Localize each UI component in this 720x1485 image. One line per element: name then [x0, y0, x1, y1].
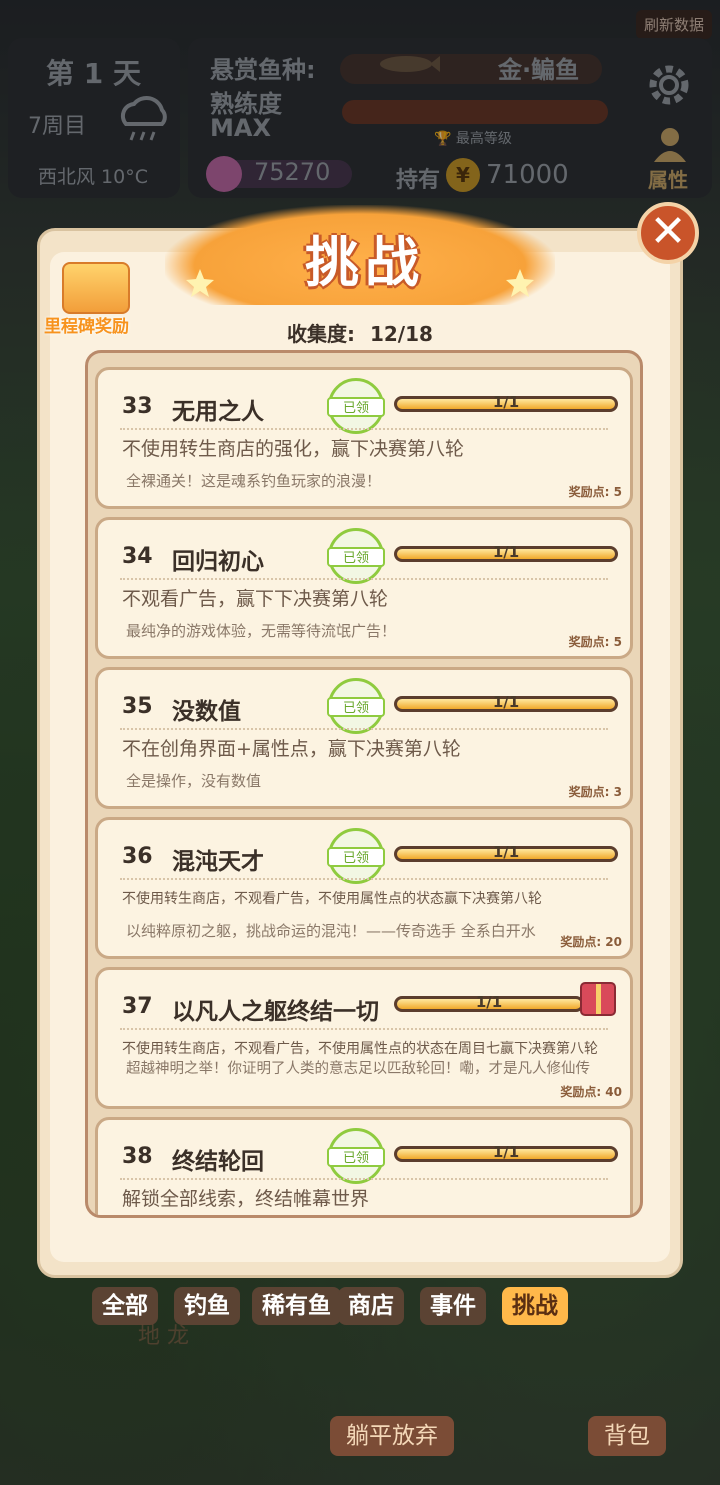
reward-points: 奖励点: 5	[568, 635, 622, 649]
progress-bar: 1/1	[394, 693, 618, 712]
milestone-reward-button[interactable]: 里程碑奖励	[44, 312, 129, 337]
challenge-number: 37	[122, 994, 153, 1019]
gift-icon[interactable]	[580, 982, 616, 1016]
claimed-stamp-icon: 已领	[327, 828, 385, 884]
challenge-number: 33	[122, 394, 153, 419]
divider	[120, 1178, 608, 1180]
challenge-description: 不使用转生商店，不观看广告，不使用属性点的状态赢下决赛第八轮	[122, 891, 542, 907]
claimed-stamp-icon: 已领	[327, 1128, 385, 1184]
star-icon	[505, 268, 535, 298]
challenge-number: 36	[122, 844, 153, 869]
challenge-number: 38	[122, 1144, 153, 1169]
challenge-card[interactable]: 35 没数值 已领 1/1 不在创角界面+属性点，赢下决赛第八轮全是操作，没有数值奖励点…	[95, 667, 633, 809]
challenge-flavor-text: 超越神明之举！你证明了人类的意志足以匹敌轮回！嘞，才是凡人修仙传	[126, 1061, 590, 1077]
tab-events[interactable]: 事件	[420, 1287, 486, 1325]
progress-bar: 1/1	[394, 1143, 618, 1162]
challenge-card[interactable]: 36 混沌天才 已领 1/1 不使用转生商店，不观看广告，不使用属性点的状态赢下决赛第八…	[95, 817, 633, 959]
progress-text: 1/1	[475, 993, 503, 1011]
progress-text: 1/1	[492, 1143, 520, 1161]
challenge-name: 以凡人之躯终结一切	[172, 999, 379, 1025]
divider	[120, 578, 608, 580]
progress-text: 1/1	[492, 393, 520, 411]
challenge-name: 混沌天才	[172, 849, 264, 875]
divider	[120, 878, 608, 880]
tab-challenge[interactable]: 挑战	[502, 1287, 568, 1325]
challenge-flavor-text: 以纯粹原初之躯，挑战命运的混沌！——传奇选手 全系白开水	[126, 922, 536, 940]
challenge-name: 终结轮回	[172, 1149, 264, 1175]
challenge-name: 回归初心	[172, 549, 264, 575]
close-button[interactable]: ✕	[637, 202, 699, 264]
progress-bar: 1/1	[394, 543, 618, 562]
panel-title: 挑战	[305, 231, 425, 294]
challenge-list[interactable]: 33 无用之人 已领 1/1 不使用转生商店的强化，赢下决赛第八轮 全裸通关！这是魂系钓鱼…	[85, 350, 643, 1218]
challenge-flavor-text: 最纯净的游戏体验，无需等待流氓广告！	[126, 622, 397, 640]
challenge-description: 不使用转生商店的强化，赢下决赛第八轮	[122, 438, 465, 460]
claimed-label: 已领	[327, 847, 385, 867]
challenge-name: 没数值	[172, 699, 241, 725]
star-icon	[185, 268, 215, 298]
challenge-number: 35	[122, 694, 153, 719]
progress-bar: 1/1	[394, 843, 618, 862]
divider	[120, 1028, 608, 1030]
give-up-button[interactable]: 躺平放弃	[330, 1416, 454, 1456]
claimed-label: 已领	[327, 697, 385, 717]
progress-text: 1/1	[492, 843, 520, 861]
reward-points: 奖励点: 20	[560, 935, 622, 949]
reward-points: 奖励点: 3	[568, 785, 622, 799]
claimed-label: 已领	[327, 1147, 385, 1167]
collection-label: 收集度:	[287, 322, 355, 346]
bag-button[interactable]: 背包	[588, 1416, 666, 1456]
reward-points: 奖励点: 5	[568, 485, 622, 499]
claimed-label: 已领	[327, 547, 385, 567]
challenge-name: 无用之人	[172, 399, 264, 425]
map-button[interactable]: 地 龙	[138, 1318, 189, 1350]
collection-value: 12/18	[369, 322, 433, 346]
claimed-stamp-icon: 已领	[327, 378, 385, 434]
progress-bar: 1/1	[394, 393, 618, 412]
divider	[120, 728, 608, 730]
divider	[120, 428, 608, 430]
progress-bar: 1/1	[394, 993, 584, 1012]
challenge-flavor-text: 全裸通关！这是魂系钓鱼玩家的浪漫！	[126, 472, 382, 490]
challenge-card[interactable]: 38 终结轮回 已领 1/1 解锁全部线索，终结帷幕世界	[95, 1117, 633, 1215]
challenge-card[interactable]: 37 以凡人之躯终结一切 1/1 不使用转生商店，不观看广告，不使用属性点的状态在周目…	[95, 967, 633, 1109]
claimed-stamp-icon: 已领	[327, 678, 385, 734]
challenge-card[interactable]: 34 回归初心 已领 1/1 不观看广告，赢下下决赛第八轮最纯净的游戏体验，无需等待流氓…	[95, 517, 633, 659]
challenge-flavor-text: 全是操作，没有数值	[126, 772, 262, 790]
gift-icon[interactable]	[62, 262, 130, 314]
challenge-description: 不观看广告，赢下下决赛第八轮	[122, 588, 389, 610]
collection-progress: 收集度: 12/18	[287, 318, 433, 347]
challenge-number: 34	[122, 544, 153, 569]
progress-text: 1/1	[492, 693, 520, 711]
progress-text: 1/1	[492, 543, 520, 561]
claimed-label: 已领	[327, 397, 385, 417]
challenge-description: 解锁全部线索，终结帷幕世界	[122, 1188, 370, 1210]
reward-points: 奖励点: 40	[560, 1085, 622, 1099]
challenge-description: 不在创角界面+属性点，赢下决赛第八轮	[122, 738, 461, 760]
tab-rare-fish[interactable]: 稀有鱼	[252, 1287, 341, 1325]
challenge-card[interactable]: 33 无用之人 已领 1/1 不使用转生商店的强化，赢下决赛第八轮全裸通关！这是魂系钓鱼…	[95, 367, 633, 509]
tab-shop[interactable]: 商店	[338, 1287, 404, 1325]
challenge-description: 不使用转生商店，不观看广告，不使用属性点的状态在周目七赢下决赛第八轮	[122, 1041, 598, 1057]
close-icon: ✕	[649, 206, 687, 257]
claimed-stamp-icon: 已领	[327, 528, 385, 584]
